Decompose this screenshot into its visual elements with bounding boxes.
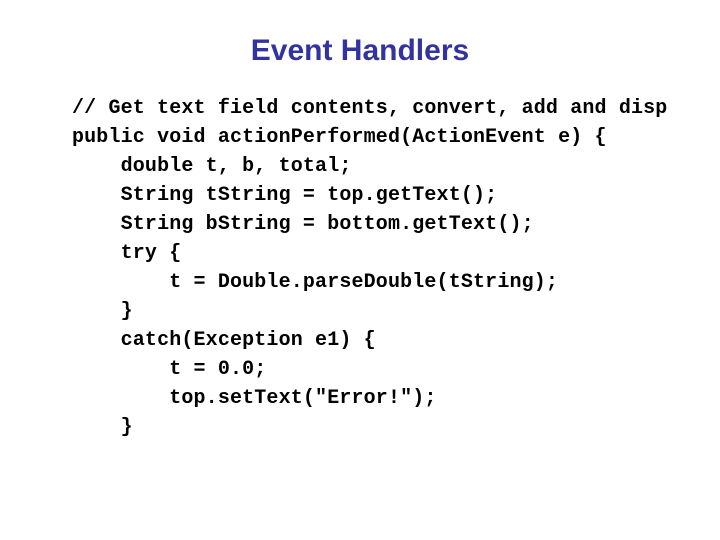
code-line: t = Double.parseDouble(tString);: [72, 271, 559, 294]
code-line: String bString = bottom.getText();: [72, 213, 534, 236]
code-line: try {: [72, 242, 182, 265]
code-block: // Get text field contents, convert, add…: [72, 94, 680, 450]
code-line: double t, b, total;: [72, 155, 352, 178]
code-line: String tString = top.getText();: [72, 184, 498, 207]
code-line: public void actionPerformed(ActionEvent …: [72, 126, 607, 149]
code-line: top.setText("Error!");: [72, 387, 437, 410]
slide-canvas: Event Handlers // Get text field content…: [0, 0, 720, 540]
code-line: catch(Exception e1) {: [72, 329, 376, 352]
code-line: }: [72, 416, 133, 439]
code-line: }: [72, 300, 133, 323]
page-title: Event Handlers: [250, 34, 470, 67]
code-line: t = 0.0;: [72, 358, 267, 381]
code-line: // Get text field contents, convert, add…: [72, 97, 668, 120]
